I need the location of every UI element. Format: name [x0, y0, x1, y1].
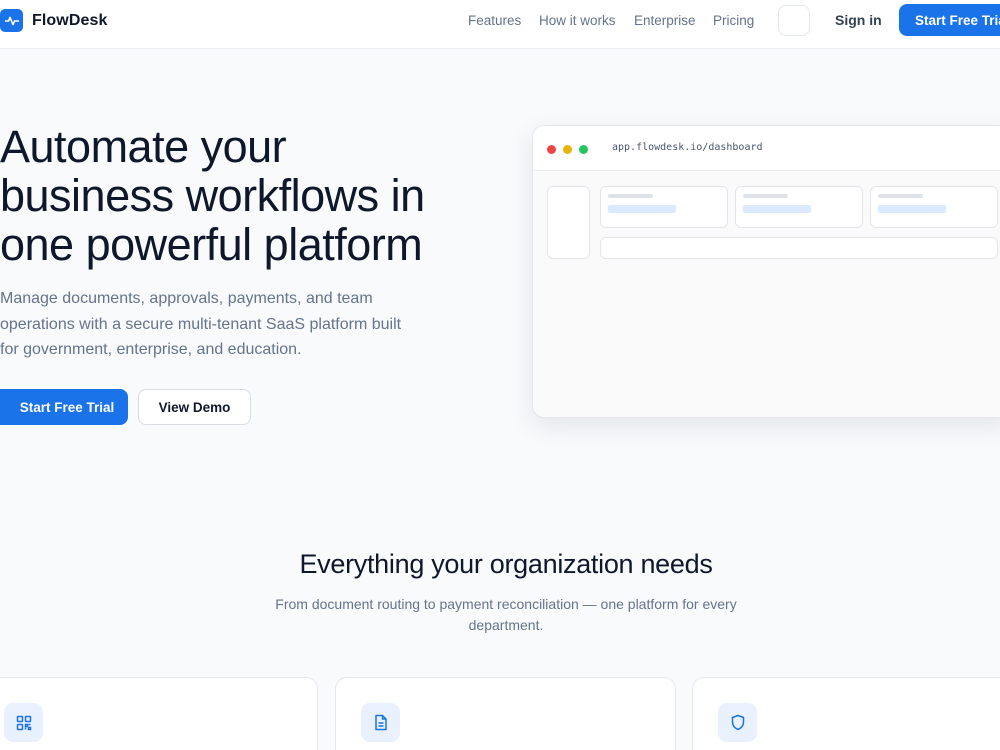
sign-in-link[interactable]: Sign in: [835, 12, 882, 28]
browser-address-bar: app.flowdesk.io/dashboard: [533, 126, 1000, 171]
grid-icon: [4, 703, 43, 742]
hero-subtitle: Manage documents, approvals, payments, a…: [0, 286, 410, 363]
view-demo-button[interactable]: View Demo: [138, 389, 251, 425]
preview-sidebar: [547, 186, 590, 259]
nav-start-trial-button[interactable]: Start Free Trial: [899, 4, 1000, 36]
features-title: Everything your organization needs: [299, 549, 713, 579]
features-subtitle: From document routing to payment reconci…: [266, 594, 746, 636]
features-subtitle-line: From document routing to payment reconci…: [275, 596, 737, 612]
preview-content-panel: [600, 237, 998, 259]
hero-subtitle-line: for government, enterprise, and educatio…: [0, 341, 302, 358]
pulse-icon: [0, 9, 23, 32]
window-minimize-dot: [563, 145, 572, 154]
preview-stat-card: [870, 186, 998, 228]
start-free-trial-button[interactable]: Start Free Trial: [0, 389, 128, 425]
document-icon: [361, 703, 400, 742]
window-maximize-dot: [579, 145, 588, 154]
features-subtitle-line: department.: [468, 617, 544, 633]
hero-title-line: one powerful platform: [0, 219, 423, 270]
theme-toggle-button[interactable]: [778, 5, 810, 36]
hero-subtitle-line: Manage documents, approvals, payments, a…: [0, 290, 373, 307]
hero-subtitle-line: operations with a secure multi-tenant Sa…: [0, 315, 402, 333]
landing-page: FlowDesk Features How it works Enterpris…: [0, 0, 1000, 750]
nav-link-enterprise[interactable]: Enterprise: [634, 13, 696, 28]
brand[interactable]: FlowDesk: [0, 8, 108, 33]
hero-title-line: business workflows in: [0, 170, 425, 221]
browser-url: app.flowdesk.io/dashboard: [612, 142, 763, 153]
shield-icon: [718, 703, 757, 742]
window-close-dot: [547, 145, 556, 154]
feature-card[interactable]: [692, 677, 1000, 750]
hero-title-line: Automate your: [0, 121, 287, 172]
feature-card[interactable]: [335, 677, 676, 750]
top-navbar: FlowDesk Features How it works Enterpris…: [0, 0, 1000, 49]
brand-name: FlowDesk: [32, 11, 108, 29]
feature-card[interactable]: [0, 677, 318, 750]
nav-link-features[interactable]: Features: [468, 13, 521, 28]
dashboard-preview: app.flowdesk.io/dashboard: [532, 125, 1000, 418]
hero-title: Automate your business workflows in one …: [0, 122, 500, 269]
preview-stat-card: [600, 186, 728, 228]
nav-link-how-it-works[interactable]: How it works: [539, 13, 616, 28]
preview-stat-card: [735, 186, 863, 228]
nav-link-pricing[interactable]: Pricing: [713, 13, 754, 28]
